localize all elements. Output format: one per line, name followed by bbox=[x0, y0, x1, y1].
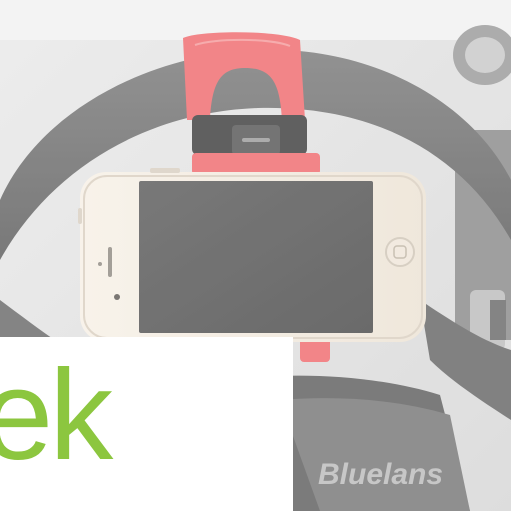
overlay-brand-text: ek bbox=[0, 344, 113, 487]
watermark-text: Bluelans bbox=[318, 458, 444, 491]
scene: ek Bluelans bbox=[0, 0, 511, 511]
